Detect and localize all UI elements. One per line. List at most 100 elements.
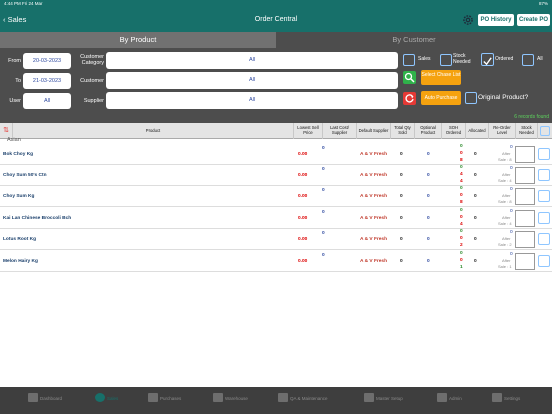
after-sale-label: Sale : 8 bbox=[498, 157, 512, 162]
row-checkbox[interactable] bbox=[538, 190, 550, 202]
product-name: Lotus Root Kg bbox=[3, 237, 37, 242]
table-row[interactable]: Lotus Root Kg 0.00 0 A & V Fresh 0 0 0 0… bbox=[0, 229, 552, 250]
customer-category-field[interactable]: All bbox=[106, 52, 398, 69]
ordered-value: 0 bbox=[460, 193, 463, 198]
table-row[interactable]: Kai Lan Chinese Broccoli Bch 0.00 0 A & … bbox=[0, 208, 552, 229]
search-button[interactable] bbox=[403, 71, 416, 84]
trophy-icon bbox=[278, 393, 288, 402]
soh-value: 0 bbox=[460, 208, 463, 213]
table-row[interactable]: Bok Choy Kg 0.00 0 A & V Fresh 0 0 0 0 8… bbox=[0, 144, 552, 165]
reorder-level-value: 0 bbox=[510, 209, 513, 214]
tab-by-product[interactable]: By Product bbox=[0, 32, 276, 48]
table-row[interactable]: Melon Hairy Kg 0.00 0 A & V Fresh 0 0 0 … bbox=[0, 251, 552, 272]
original-product-checkbox[interactable] bbox=[465, 92, 477, 104]
stock-needed-input[interactable] bbox=[515, 146, 535, 163]
after-sale-label: Sale : 4 bbox=[498, 221, 512, 226]
select-all-checkbox[interactable] bbox=[540, 126, 550, 136]
warehouse-icon bbox=[213, 393, 223, 402]
reorder-level-value: 0 bbox=[510, 187, 513, 192]
col-default-supplier[interactable]: Default Supplier bbox=[356, 123, 390, 139]
after-label: After bbox=[502, 151, 511, 156]
row-checkbox[interactable] bbox=[538, 212, 550, 224]
checkmark-icon bbox=[483, 57, 492, 66]
product-name: Choy Sum Kg bbox=[3, 194, 35, 199]
all-checkbox[interactable] bbox=[522, 54, 534, 66]
sales-label: Sales bbox=[418, 56, 431, 62]
records-found-label: 6 records found bbox=[514, 114, 549, 120]
optional-product: 0 bbox=[427, 259, 430, 264]
col-soh-ordered[interactable]: SOH Ordered bbox=[441, 123, 465, 139]
last-cost: 0 bbox=[322, 146, 325, 151]
ordered-label: Ordered bbox=[495, 56, 514, 62]
stock-needed-input[interactable] bbox=[515, 188, 535, 205]
soh-value: 0 bbox=[460, 251, 463, 256]
po-history-button[interactable]: PO History bbox=[478, 14, 514, 26]
total-qty-sold: 0 bbox=[400, 194, 403, 199]
default-supplier: A & V Fresh bbox=[360, 152, 388, 157]
supplier-label: Supplier bbox=[83, 98, 104, 104]
stock-needed-checkbox[interactable] bbox=[440, 54, 452, 66]
needed-value: 8 bbox=[460, 200, 463, 205]
filter-panel: From 20-03-2023 To 21-03-2023 User All C… bbox=[0, 48, 552, 123]
ordered-value: 0 bbox=[460, 151, 463, 156]
stock-needed-label: Stock Needed bbox=[453, 53, 471, 65]
last-cost: 0 bbox=[322, 231, 325, 236]
select-chase-list-button[interactable]: Select Chase List bbox=[421, 70, 461, 85]
sales-checkbox[interactable] bbox=[403, 54, 415, 66]
status-time: 4:44 PM Fri 24 Mar bbox=[4, 1, 43, 6]
customer-field[interactable]: All bbox=[106, 72, 398, 89]
tab-by-customer[interactable]: By Customer bbox=[276, 32, 552, 48]
select-all-cell bbox=[537, 123, 552, 139]
col-total-qty-sold[interactable]: Total Qty Sold bbox=[390, 123, 414, 139]
allocated-value: 0 bbox=[474, 152, 477, 157]
stock-needed-input[interactable] bbox=[515, 210, 535, 227]
col-allocated[interactable]: Allocated bbox=[465, 123, 488, 139]
supplier-field[interactable]: All bbox=[106, 92, 398, 109]
table-row[interactable]: Choy Sum 50's Ctn 0.00 0 A & V Fresh 0 0… bbox=[0, 165, 552, 186]
row-checkbox[interactable] bbox=[538, 148, 550, 160]
original-product-label: Original Product? bbox=[478, 94, 529, 101]
default-supplier: A & V Fresh bbox=[360, 173, 388, 178]
table-row[interactable]: Choy Sum Kg 0.00 0 A & V Fresh 0 0 0 0 8… bbox=[0, 186, 552, 207]
product-name: Bok Choy Kg bbox=[3, 152, 34, 157]
optional-product: 0 bbox=[427, 173, 430, 178]
col-product[interactable]: Product bbox=[12, 123, 293, 139]
gear-icon[interactable] bbox=[461, 13, 475, 27]
nav-header: ‹ Sales Order Central PO History Create … bbox=[0, 8, 552, 32]
reorder-level-value: 0 bbox=[510, 252, 513, 257]
last-cost: 0 bbox=[322, 188, 325, 193]
after-label: After bbox=[502, 193, 511, 198]
stock-needed-input[interactable] bbox=[515, 253, 535, 270]
sales-icon bbox=[95, 393, 105, 402]
ordered-checkbox[interactable] bbox=[481, 53, 494, 66]
settings-icon bbox=[492, 393, 502, 402]
product-name: Choy Sum 50's Ctn bbox=[3, 173, 47, 178]
status-battery: 87% bbox=[538, 1, 548, 6]
optional-product: 0 bbox=[427, 152, 430, 157]
row-checkbox[interactable] bbox=[538, 233, 550, 245]
row-checkbox[interactable] bbox=[538, 169, 550, 181]
user-label: User bbox=[9, 98, 21, 104]
all-label: All bbox=[537, 56, 543, 62]
col-stock-needed[interactable]: Stock Needed bbox=[515, 123, 537, 139]
after-sale-label: Sale : 2 bbox=[498, 242, 512, 247]
needed-value: 4 bbox=[460, 222, 463, 227]
col-lowest-sell-price[interactable]: Lowest Sell Price bbox=[293, 123, 322, 139]
stock-needed-input[interactable] bbox=[515, 167, 535, 184]
dashboard-icon bbox=[28, 393, 38, 402]
col-last-cost[interactable]: Last Cost/ Supplier bbox=[322, 123, 356, 139]
create-po-button[interactable]: Create PO bbox=[517, 14, 550, 26]
row-checkbox[interactable] bbox=[538, 255, 550, 267]
customer-category-label: Customer Category bbox=[80, 54, 104, 66]
refresh-button[interactable] bbox=[403, 92, 416, 105]
lowest-sell-price: 0.00 bbox=[298, 259, 308, 264]
col-reorder-level[interactable]: Re-Order Level bbox=[488, 123, 515, 139]
stock-needed-input[interactable] bbox=[515, 231, 535, 248]
col-optional-product[interactable]: Optional Product bbox=[414, 123, 441, 139]
reorder-level-value: 0 bbox=[510, 230, 513, 235]
user-field[interactable]: All bbox=[23, 93, 71, 109]
from-date-field[interactable]: 20-03-2023 bbox=[23, 53, 71, 69]
to-date-field[interactable]: 21-03-2023 bbox=[23, 73, 71, 89]
auto-purchase-button[interactable]: Auto Purchase bbox=[421, 91, 461, 105]
cart-icon bbox=[148, 393, 158, 402]
